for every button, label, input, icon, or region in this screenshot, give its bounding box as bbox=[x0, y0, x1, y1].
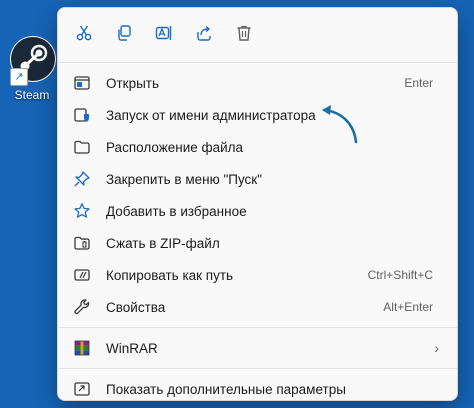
menu-item-add-favorites[interactable]: Добавить в избранное bbox=[58, 195, 457, 227]
menu-item-copy-path[interactable]: Копировать как путь Ctrl+Shift+C bbox=[58, 259, 457, 291]
menu-separator bbox=[58, 327, 457, 328]
menu-item-shortcut: Enter bbox=[404, 76, 433, 90]
menu-item-file-location[interactable]: Расположение файла bbox=[58, 131, 457, 163]
annotation-arrow-icon bbox=[322, 105, 358, 144]
menu-item-label: Закрепить в меню "Пуск" bbox=[106, 171, 262, 187]
winrar-icon bbox=[72, 338, 92, 358]
copy-icon bbox=[118, 25, 131, 41]
zip-folder-icon bbox=[72, 233, 92, 253]
pin-icon bbox=[72, 169, 92, 189]
admin-shield-icon bbox=[72, 105, 92, 125]
more-options-icon bbox=[72, 379, 92, 399]
menu-item-shortcut: Ctrl+Shift+C bbox=[367, 268, 433, 282]
menu-item-properties[interactable]: Свойства Alt+Enter bbox=[58, 291, 457, 323]
menu-item-run-as-admin[interactable]: Запуск от имени администратора bbox=[58, 99, 457, 131]
menu-item-label: Открыть bbox=[106, 75, 160, 91]
menu-item-open[interactable]: Открыть Enter bbox=[58, 67, 457, 99]
cut-button[interactable] bbox=[68, 17, 100, 49]
menu-separator bbox=[58, 62, 457, 63]
menu-item-label: Копировать как путь bbox=[106, 267, 234, 283]
shortcut-arrow-icon: ↗ bbox=[10, 68, 28, 86]
chevron-right-icon: › bbox=[434, 340, 439, 356]
context-menu: Открыть Enter Запуск от имени администра… bbox=[57, 7, 458, 401]
menu-item-more-options[interactable]: Показать дополнительные параметры bbox=[58, 373, 457, 405]
menu-item-label: Запуск от имени администратора bbox=[106, 107, 316, 123]
share-icon bbox=[197, 25, 211, 41]
menu-item-zip[interactable]: Сжать в ZIP-файл bbox=[58, 227, 457, 259]
app-window-icon bbox=[72, 73, 92, 93]
menu-item-label: Расположение файла bbox=[106, 139, 244, 155]
folder-icon bbox=[72, 137, 92, 157]
star-icon bbox=[72, 201, 92, 221]
menu-item-label: Сжать в ZIP-файл bbox=[106, 235, 220, 251]
trash-icon bbox=[237, 25, 251, 41]
menu-item-pin-start[interactable]: Закрепить в меню "Пуск" bbox=[58, 163, 457, 195]
desktop-icon-steam[interactable]: ↗ Steam bbox=[4, 36, 60, 102]
copy-path-icon bbox=[72, 265, 92, 285]
rename-icon bbox=[155, 26, 172, 40]
delete-button[interactable] bbox=[228, 17, 260, 49]
desktop-icon-label: Steam bbox=[14, 88, 50, 102]
menu-item-label: Показать дополнительные параметры bbox=[106, 381, 346, 397]
menu-item-winrar[interactable]: WinRAR › bbox=[58, 332, 457, 364]
menu-separator bbox=[58, 368, 457, 369]
menu-item-label: WinRAR bbox=[106, 340, 158, 356]
wrench-icon bbox=[72, 297, 92, 317]
menu-item-label: Добавить в избранное bbox=[106, 203, 247, 219]
scissors-icon bbox=[76, 25, 92, 41]
rename-button[interactable] bbox=[148, 17, 180, 49]
copy-button[interactable] bbox=[108, 17, 140, 49]
menu-item-label: Свойства bbox=[106, 299, 166, 315]
quick-actions-bar bbox=[58, 8, 457, 58]
menu-item-shortcut: Alt+Enter bbox=[383, 300, 433, 314]
share-button[interactable] bbox=[188, 17, 220, 49]
